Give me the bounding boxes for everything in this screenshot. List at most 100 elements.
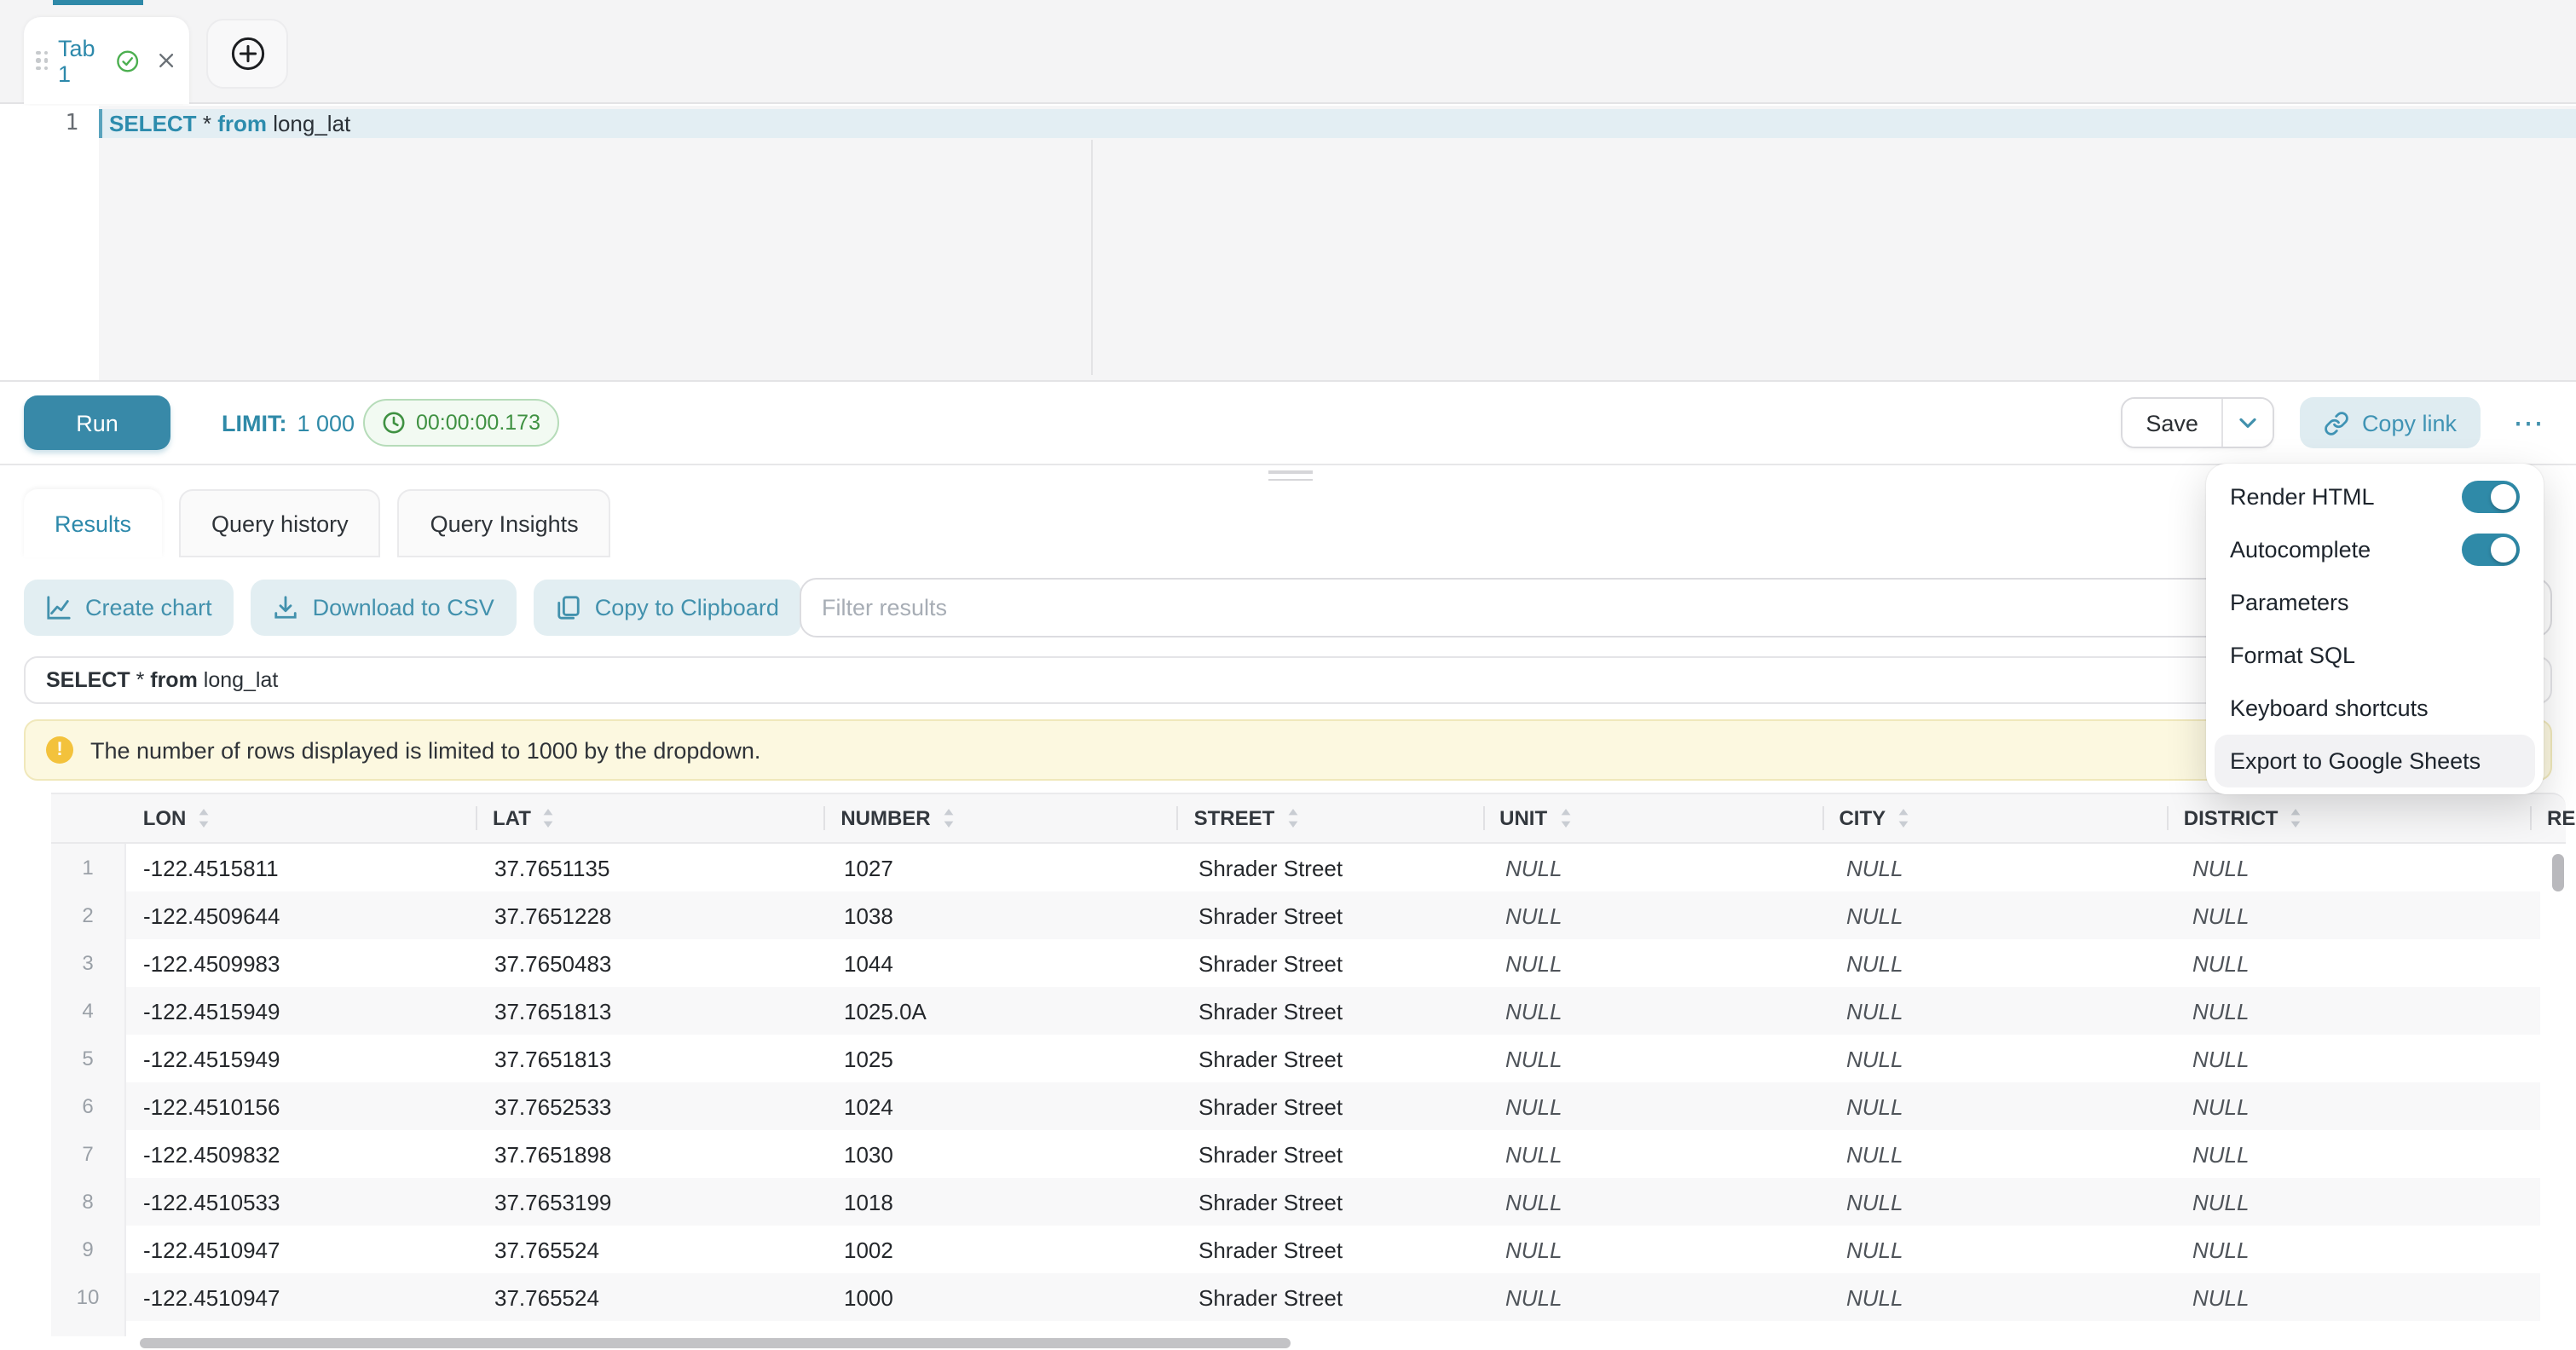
save-button[interactable]: Save — [2122, 399, 2222, 447]
cell-street[interactable]: Shrader Street — [1181, 1082, 1488, 1130]
horizontal-scrollbar[interactable] — [140, 1338, 1291, 1348]
cell-lon[interactable]: -122.4509644 — [126, 891, 477, 939]
cell-district[interactable]: NULL — [2175, 1082, 2540, 1130]
menu-item-keyboard-shortcuts[interactable]: Keyboard shortcuts — [2215, 682, 2535, 735]
run-button[interactable]: Run — [24, 395, 170, 450]
cell-street[interactable]: Shrader Street — [1181, 1035, 1488, 1082]
copy-clipboard-button[interactable]: Copy to Clipboard — [534, 580, 801, 636]
add-tab-button[interactable] — [206, 19, 288, 89]
cell-city[interactable]: NULL — [1829, 939, 2175, 987]
cell-lat[interactable]: 37.7653199 — [477, 1178, 827, 1226]
cell-street[interactable]: Shrader Street — [1181, 1273, 1488, 1321]
menu-item-render-html[interactable]: Render HTML — [2215, 470, 2535, 523]
cell-unit[interactable]: NULL — [1488, 1178, 1829, 1226]
cell-lon[interactable]: -122.4510947 — [126, 1273, 477, 1321]
cell-number[interactable]: 1025.0A — [827, 987, 1181, 1035]
cell-unit[interactable]: NULL — [1488, 1082, 1829, 1130]
cell-city[interactable]: NULL — [1829, 1273, 2175, 1321]
cell-lat[interactable]: 37.765524 — [477, 1273, 827, 1321]
column-header-street[interactable]: STREET — [1177, 794, 1483, 842]
cell-street[interactable]: Shrader Street — [1181, 844, 1488, 891]
column-header-re[interactable]: RE — [2530, 794, 2566, 842]
cell-unit[interactable]: NULL — [1488, 844, 1829, 891]
cell-street[interactable]: Shrader Street — [1181, 939, 1488, 987]
cell-city[interactable]: NULL — [1829, 1226, 2175, 1273]
download-csv-button[interactable]: Download to CSV — [251, 580, 517, 636]
cell-number[interactable]: 1000 — [827, 1273, 1181, 1321]
more-options-button[interactable]: ⋯ — [2506, 414, 2552, 431]
cell-lon[interactable]: -122.4509832 — [126, 1130, 477, 1178]
sort-icon[interactable] — [943, 808, 955, 828]
cell-district[interactable]: NULL — [2175, 891, 2540, 939]
cell-city[interactable]: NULL — [1829, 1130, 2175, 1178]
cell-lon[interactable]: -122.4510947 — [126, 1226, 477, 1273]
cell-district[interactable]: NULL — [2175, 939, 2540, 987]
cell-lat[interactable]: 37.7651228 — [477, 891, 827, 939]
save-options-button[interactable] — [2222, 399, 2273, 447]
create-chart-button[interactable]: Create chart — [24, 580, 234, 636]
cell-lon[interactable]: -122.4515949 — [126, 1035, 477, 1082]
cell-city[interactable]: NULL — [1829, 987, 2175, 1035]
toggle-switch-on[interactable] — [2462, 481, 2520, 513]
cell-lat[interactable]: 37.7650483 — [477, 939, 827, 987]
cell-street[interactable]: Shrader Street — [1181, 1178, 1488, 1226]
column-header-district[interactable]: DISTRICT — [2167, 794, 2530, 842]
resize-handle[interactable] — [1268, 470, 1313, 486]
cell-lon[interactable]: -122.4509983 — [126, 939, 477, 987]
cell-district[interactable]: NULL — [2175, 1178, 2540, 1226]
column-header-lon[interactable]: LON — [126, 794, 476, 842]
tab-1[interactable]: Tab 1 — [24, 17, 189, 104]
sql-editor[interactable]: 1 SELECT * from long_lat — [0, 106, 2576, 382]
cell-street[interactable]: Shrader Street — [1181, 891, 1488, 939]
cell-lon[interactable]: -122.4510156 — [126, 1082, 477, 1130]
cell-number[interactable]: 1027 — [827, 844, 1181, 891]
cell-lon[interactable]: -122.4515949 — [126, 987, 477, 1035]
drag-handle-icon[interactable] — [36, 51, 48, 71]
cell-unit[interactable]: NULL — [1488, 1130, 1829, 1178]
cell-city[interactable]: NULL — [1829, 1035, 2175, 1082]
cell-lon[interactable]: -122.4515811 — [126, 844, 477, 891]
cell-number[interactable]: 1030 — [827, 1130, 1181, 1178]
cell-lon[interactable]: -122.4510533 — [126, 1178, 477, 1226]
close-tab-icon[interactable] — [157, 49, 176, 72]
cell-district[interactable]: NULL — [2175, 987, 2540, 1035]
cell-city[interactable]: NULL — [1829, 1178, 2175, 1226]
cell-number[interactable]: 1018 — [827, 1178, 1181, 1226]
cell-lat[interactable]: 37.7651135 — [477, 844, 827, 891]
column-header-city[interactable]: CITY — [1822, 794, 2166, 842]
cell-lat[interactable]: 37.7651898 — [477, 1130, 827, 1178]
sql-code-line[interactable]: SELECT * from long_lat — [109, 111, 350, 138]
cell-district[interactable]: NULL — [2175, 1226, 2540, 1273]
cell-city[interactable]: NULL — [1829, 891, 2175, 939]
tab-query-insights[interactable]: Query Insights — [398, 489, 611, 557]
cell-unit[interactable]: NULL — [1488, 987, 1829, 1035]
menu-item-format-sql[interactable]: Format SQL — [2215, 629, 2535, 682]
cell-street[interactable]: Shrader Street — [1181, 1130, 1488, 1178]
menu-item-export-to-google-sheets[interactable]: Export to Google Sheets — [2215, 735, 2535, 788]
cell-lat[interactable]: 37.7651813 — [477, 987, 827, 1035]
cell-city[interactable]: NULL — [1829, 1082, 2175, 1130]
vertical-scrollbar[interactable] — [2552, 854, 2564, 891]
sort-icon[interactable] — [1897, 808, 1909, 828]
cell-street[interactable]: Shrader Street — [1181, 1226, 1488, 1273]
cell-unit[interactable]: NULL — [1488, 1273, 1829, 1321]
copy-link-button[interactable]: Copy link — [2301, 397, 2481, 448]
cell-number[interactable]: 1044 — [827, 939, 1181, 987]
cell-district[interactable]: NULL — [2175, 1130, 2540, 1178]
cell-street[interactable]: Shrader Street — [1181, 987, 1488, 1035]
sort-icon[interactable] — [2290, 808, 2302, 828]
column-header-lat[interactable]: LAT — [476, 794, 823, 842]
cell-unit[interactable]: NULL — [1488, 891, 1829, 939]
menu-item-autocomplete[interactable]: Autocomplete — [2215, 523, 2535, 576]
sort-icon[interactable] — [543, 808, 555, 828]
cell-lat[interactable]: 37.765524 — [477, 1226, 827, 1273]
tab-query-history[interactable]: Query history — [179, 489, 381, 557]
column-header-unit[interactable]: UNIT — [1482, 794, 1822, 842]
cell-lat[interactable]: 37.7651813 — [477, 1035, 827, 1082]
cell-unit[interactable]: NULL — [1488, 1226, 1829, 1273]
cell-number[interactable]: 1002 — [827, 1226, 1181, 1273]
tab-results[interactable]: Results — [24, 489, 162, 557]
cell-number[interactable]: 1024 — [827, 1082, 1181, 1130]
cell-number[interactable]: 1038 — [827, 891, 1181, 939]
cell-district[interactable]: NULL — [2175, 1273, 2540, 1321]
